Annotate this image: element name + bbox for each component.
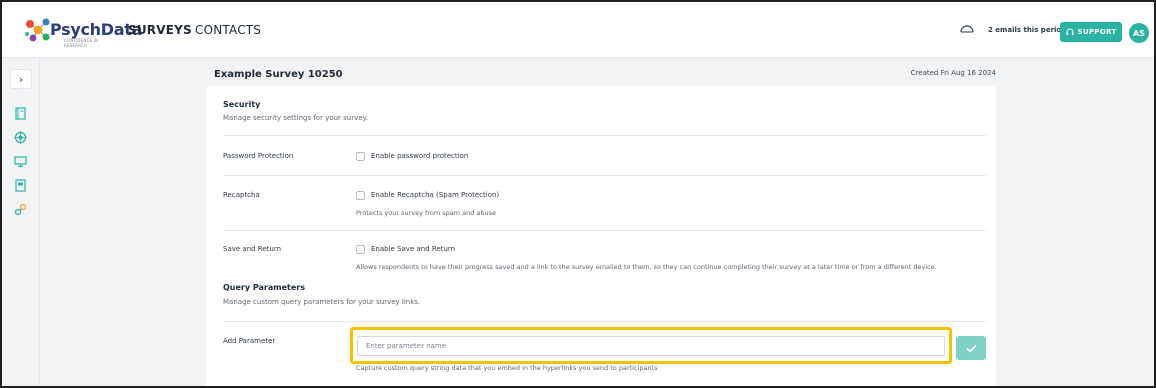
logo-tagline: CONFIDENCE IN RESEARCH <box>64 38 99 48</box>
divider <box>223 175 986 176</box>
recaptcha-checkbox[interactable] <box>356 191 365 200</box>
recaptcha-option[interactable]: Enable Recaptcha (Spam Protection) <box>371 191 499 199</box>
divider <box>223 321 986 322</box>
parameter-name-input[interactable] <box>357 336 945 356</box>
parameter-input-highlight <box>350 327 952 364</box>
recaptcha-help: Protects your survey from spam and abuse <box>356 209 497 217</box>
user-avatar[interactable]: AS <box>1129 23 1149 43</box>
divider <box>223 135 986 136</box>
support-label: SUPPORT <box>1077 28 1117 36</box>
save-and-return-checkbox[interactable] <box>356 245 365 254</box>
save-and-return-option[interactable]: Enable Save and Return <box>371 245 455 253</box>
support-button[interactable]: SUPPORT <box>1060 22 1122 42</box>
password-protection-option[interactable]: Enable password protection <box>371 152 468 160</box>
nav-surveys[interactable]: SURVEYS <box>128 23 192 37</box>
password-protection-label: Password Protection <box>223 152 294 160</box>
recaptcha-label: Recaptcha <box>223 191 260 199</box>
query-parameters-description: Manage custom query parameters for your … <box>223 298 421 306</box>
parameter-help: Capture custom query string data that yo… <box>356 364 658 372</box>
monitor-icon[interactable] <box>14 155 27 168</box>
email-usage-icon <box>960 25 974 33</box>
left-rail: › <box>2 59 40 386</box>
security-title: Security <box>223 100 261 109</box>
book-icon[interactable] <box>14 107 27 120</box>
headset-icon <box>1066 28 1074 35</box>
target-icon[interactable] <box>14 131 27 144</box>
app-window: PsychData CONFIDENCE IN RESEARCH SURVEYS… <box>0 0 1156 388</box>
document-icon[interactable] <box>14 179 27 192</box>
add-parameter-button[interactable] <box>956 336 986 360</box>
add-parameter-label: Add Parameter <box>223 337 276 345</box>
nav-contacts[interactable]: CONTACTS <box>195 23 261 37</box>
molecule-logo-icon <box>25 18 50 42</box>
security-description: Manage security settings for your survey… <box>223 114 368 122</box>
save-and-return-help: Allows respondents to have their progres… <box>356 263 937 271</box>
expand-sidebar-button[interactable]: › <box>10 69 32 89</box>
link-icon[interactable] <box>14 203 27 216</box>
emails-this-period: 2 emails this period <box>988 26 1067 34</box>
created-date: Created Fri Aug 16 2024 <box>910 69 996 77</box>
query-parameters-title: Query Parameters <box>223 283 305 292</box>
save-and-return-label: Save and Return <box>223 245 282 253</box>
password-protection-checkbox[interactable] <box>356 152 365 161</box>
checkmark-icon <box>965 344 977 353</box>
top-bar: PsychData CONFIDENCE IN RESEARCH SURVEYS… <box>2 2 1154 58</box>
divider <box>223 230 986 231</box>
psychdata-logo[interactable]: PsychData CONFIDENCE IN RESEARCH <box>24 16 142 48</box>
chevron-right-icon: › <box>18 72 24 86</box>
survey-title: Example Survey 10250 <box>214 69 343 80</box>
